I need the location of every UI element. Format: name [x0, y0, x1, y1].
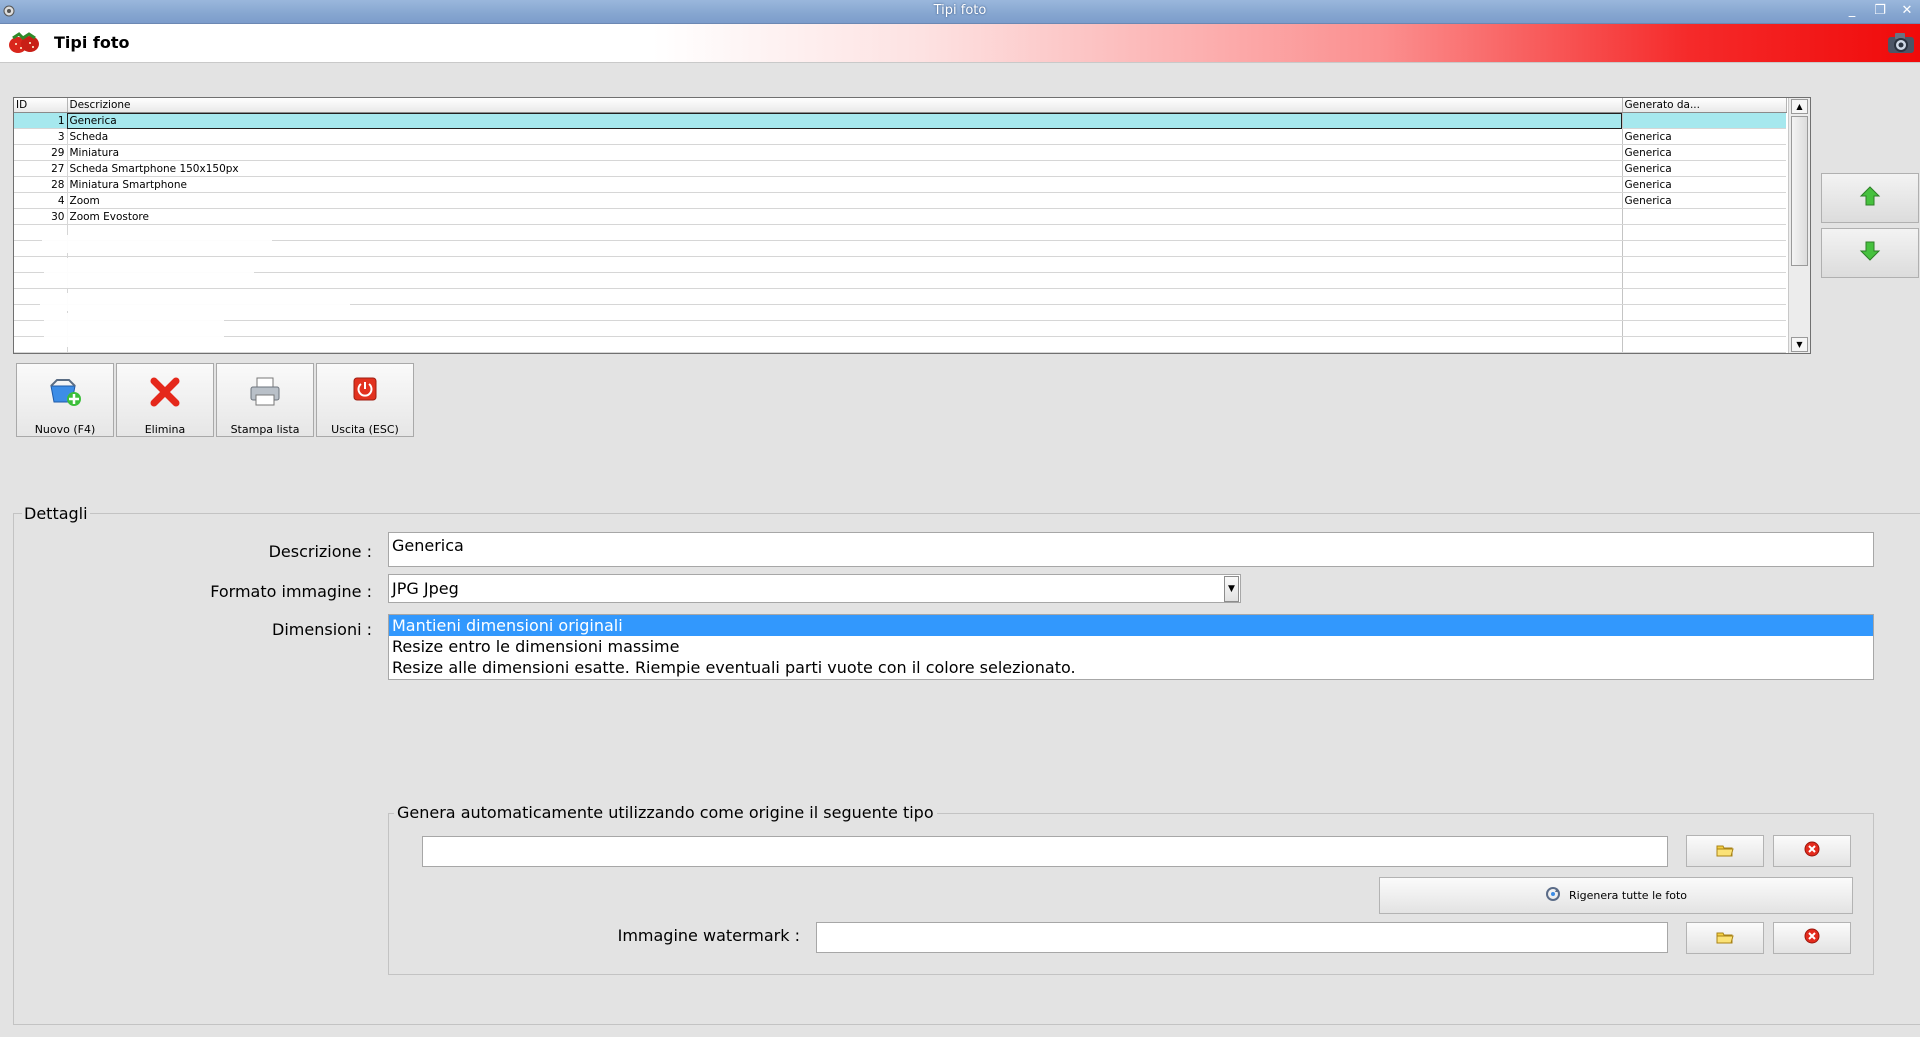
clear-watermark-button[interactable] [1773, 922, 1851, 954]
window-title: Tipi foto [933, 3, 987, 18]
add-basket-icon [47, 376, 83, 410]
cell-description: Scheda Smartphone 150x150px [67, 160, 1623, 177]
cell-generated-by [1622, 208, 1786, 225]
redacted-area [44, 313, 224, 347]
clear-source-button[interactable] [1773, 835, 1851, 867]
cell-id: 29 [14, 144, 68, 161]
details-group-label: Dettagli [22, 504, 90, 523]
table-row[interactable]: 29 Miniatura Generica [14, 144, 1786, 161]
list-item[interactable]: Resize entro le dimensioni massime [389, 636, 1873, 657]
scroll-up-arrow-icon[interactable]: ▲ [1791, 99, 1808, 114]
print-list-button[interactable]: Stampa lista [216, 363, 314, 437]
cell-id: 3 [14, 128, 68, 145]
cell-description: Generica [67, 112, 1623, 129]
cell-description: Miniatura [67, 144, 1623, 161]
empty-row [14, 320, 1786, 337]
arrow-down-icon [1859, 240, 1881, 266]
column-header-description[interactable]: Descrizione [67, 98, 1623, 113]
column-header-id[interactable]: ID [14, 98, 68, 113]
restore-button[interactable]: ❐ [1869, 2, 1891, 20]
grid-vertical-scrollbar[interactable]: ▲ ▼ [1788, 98, 1810, 353]
table-row[interactable]: 1 Generica [14, 112, 1786, 129]
list-item[interactable]: Resize alle dimensioni esatte. Riempie e… [389, 657, 1873, 678]
cell-generated-by: Generica [1622, 128, 1786, 145]
arrow-up-icon [1859, 185, 1881, 211]
camera-icon [1886, 30, 1916, 60]
table-row[interactable]: 28 Miniatura Smartphone Generica [14, 176, 1786, 193]
refresh-icon [1545, 886, 1561, 905]
table-row[interactable]: 4 Zoom Generica [14, 192, 1786, 209]
close-button[interactable]: ✕ [1896, 2, 1918, 20]
table-row[interactable]: 27 Scheda Smartphone 150x150px Generica [14, 160, 1786, 177]
cell-id: 30 [14, 208, 68, 225]
strawberry-logo-icon [5, 31, 45, 59]
delete-button[interactable]: Elimina [116, 363, 214, 437]
table-row[interactable]: 3 Scheda Generica [14, 128, 1786, 145]
empty-row [14, 272, 1786, 289]
cell-description: Miniatura Smartphone [67, 176, 1623, 193]
photo-types-grid[interactable]: ID Descrizione Generato da... 1 Generica… [13, 97, 1811, 354]
scroll-down-arrow-icon[interactable]: ▼ [1791, 337, 1808, 352]
cell-description: Scheda [67, 128, 1623, 145]
cell-generated-by: Generica [1622, 176, 1786, 193]
cell-id: 28 [14, 176, 68, 193]
new-button-label: Nuovo (F4) [34, 423, 96, 436]
print-list-button-label: Stampa lista [230, 423, 300, 436]
cell-description: Zoom [67, 192, 1623, 209]
page-title: Tipi foto [54, 33, 130, 52]
move-up-button[interactable] [1821, 173, 1919, 223]
dimensions-label: Dimensioni : [272, 620, 372, 639]
browse-source-button[interactable] [1686, 835, 1764, 867]
column-header-generated-by[interactable]: Generato da... [1622, 98, 1787, 113]
watermark-label: Immagine watermark : [617, 926, 800, 945]
description-label: Descrizione : [268, 542, 372, 561]
cell-description: Zoom Evostore [67, 208, 1623, 225]
dimensions-listbox[interactable]: Mantieni dimensioni originali Resize ent… [388, 614, 1874, 680]
cell-generated-by: Generica [1622, 160, 1786, 177]
empty-row [14, 224, 1786, 241]
regenerate-all-button[interactable]: Rigenera tutte le foto [1379, 877, 1853, 914]
cell-generated-by [1622, 112, 1786, 129]
watermark-field[interactable] [816, 922, 1668, 953]
cell-id: 4 [14, 192, 68, 209]
redacted-area [40, 293, 350, 311]
cell-id: 27 [14, 160, 68, 177]
source-type-field[interactable] [422, 836, 1668, 867]
table-row[interactable]: 30 Zoom Evostore [14, 208, 1786, 225]
cell-generated-by: Generica [1622, 192, 1786, 209]
redacted-area [42, 235, 272, 253]
red-x-icon [149, 376, 181, 410]
page-header: Tipi foto [0, 24, 1920, 63]
chevron-down-icon[interactable]: ▼ [1224, 576, 1239, 602]
scrollbar-thumb[interactable] [1791, 116, 1808, 266]
list-item[interactable]: Mantieni dimensioni originali [389, 615, 1873, 636]
empty-row [14, 256, 1786, 273]
exit-button[interactable]: Uscita (ESC) [316, 363, 414, 437]
regenerate-all-label: Rigenera tutte le foto [1568, 889, 1688, 902]
empty-row [14, 336, 1786, 353]
folder-icon [1716, 929, 1734, 948]
power-icon [352, 376, 378, 410]
image-format-value: JPG Jpeg [392, 579, 459, 598]
browse-watermark-button[interactable] [1686, 922, 1764, 954]
new-button[interactable]: Nuovo (F4) [16, 363, 114, 437]
cell-generated-by: Generica [1622, 144, 1786, 161]
window-title-bar: Tipi foto _ ❐ ✕ [0, 0, 1920, 24]
printer-icon [248, 376, 282, 410]
description-field[interactable]: Generica [388, 532, 1874, 567]
autogenerate-group-label: Genera automaticamente utilizzando come … [394, 803, 937, 822]
folder-icon [1716, 842, 1734, 861]
exit-button-label: Uscita (ESC) [331, 423, 399, 436]
empty-row [14, 240, 1786, 257]
clear-icon [1804, 928, 1820, 948]
clear-icon [1804, 841, 1820, 861]
grid-header-row: ID Descrizione Generato da... [14, 98, 1787, 113]
delete-button-label: Elimina [144, 423, 186, 436]
redacted-area [44, 258, 254, 288]
image-format-label: Formato immagine : [210, 582, 372, 601]
cell-id: 1 [14, 112, 68, 129]
image-format-select[interactable]: JPG Jpeg ▼ [388, 574, 1241, 603]
move-down-button[interactable] [1821, 228, 1919, 278]
minimize-button[interactable]: _ [1841, 2, 1863, 20]
